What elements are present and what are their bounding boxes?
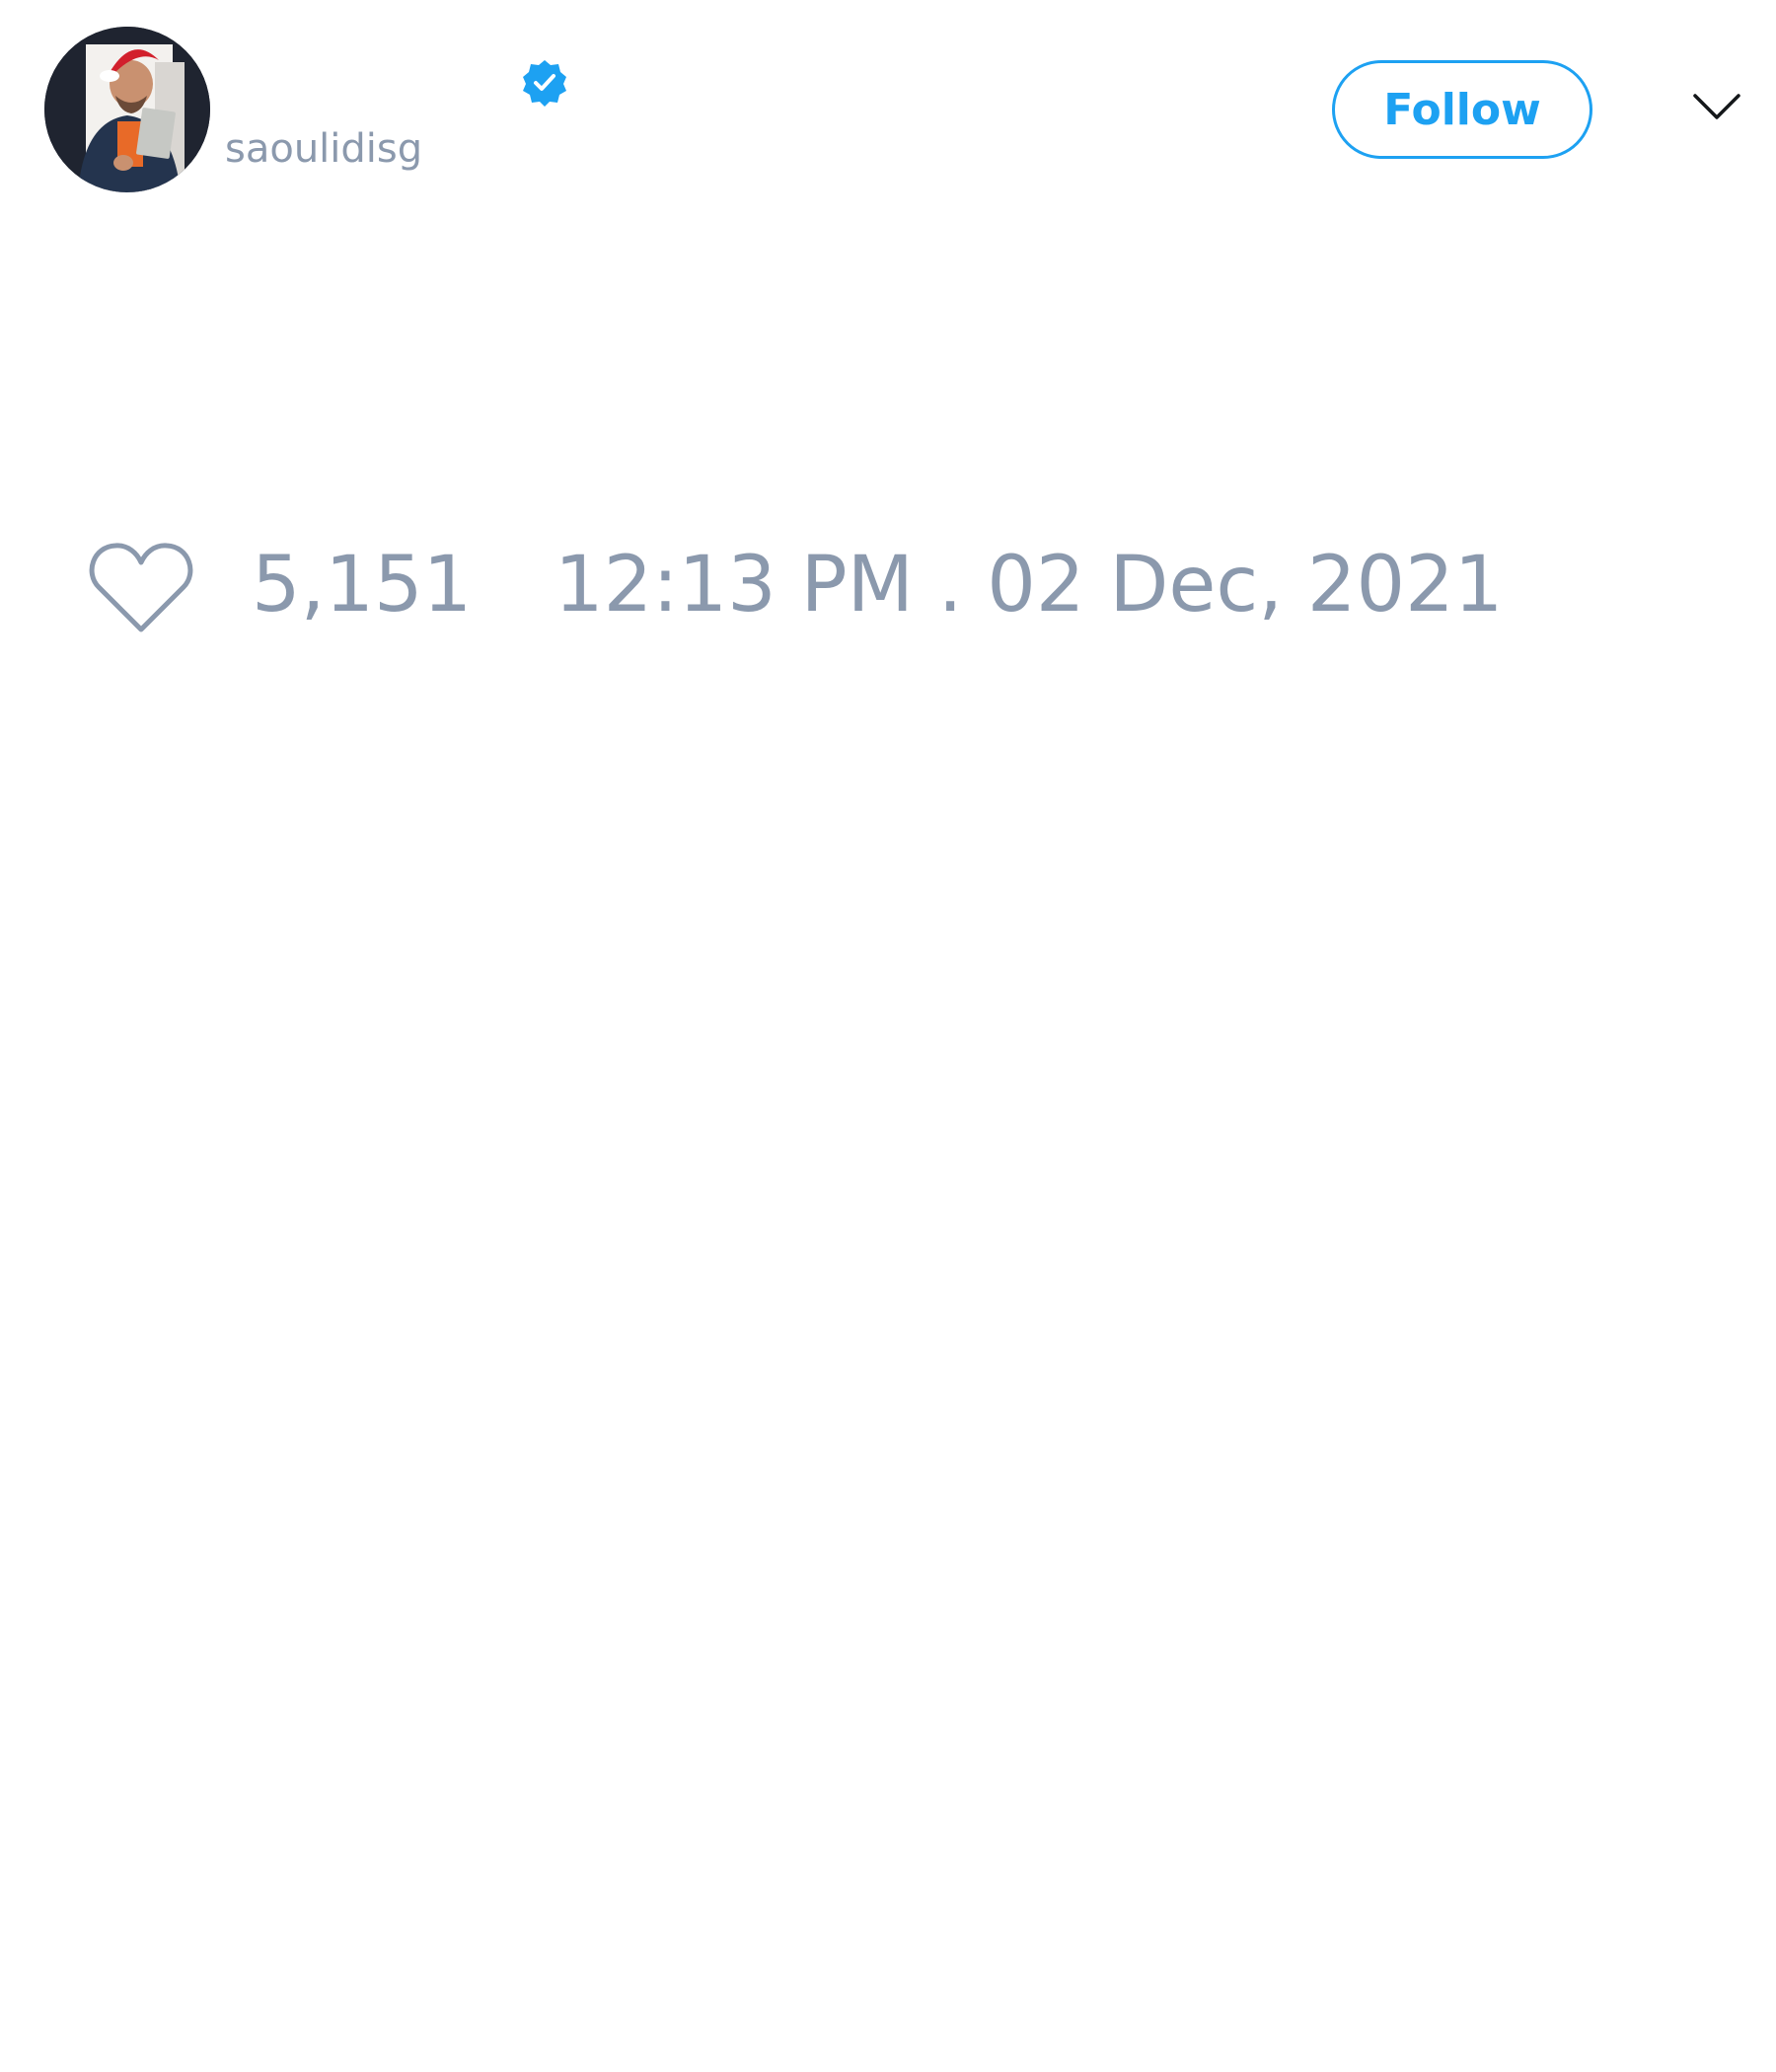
avatar[interactable] bbox=[44, 27, 210, 192]
tweet-card: saoulidisg Follow 5,151 12:13 PM . 02 De… bbox=[0, 0, 1776, 2072]
tweet-timestamp[interactable]: 12:13 PM . 02 Dec, 2021 bbox=[555, 547, 1503, 624]
follow-button[interactable]: Follow bbox=[1332, 60, 1592, 159]
chevron-down-icon[interactable] bbox=[1692, 91, 1741, 122]
heart-icon[interactable] bbox=[89, 541, 193, 635]
username[interactable]: saoulidisg bbox=[225, 126, 422, 172]
like-count: 5,151 bbox=[252, 541, 473, 629]
tweet-text bbox=[89, 227, 1687, 483]
tweet-meta-row: 5,151 12:13 PM . 02 Dec, 2021 bbox=[89, 541, 1687, 639]
verified-badge-icon bbox=[523, 60, 566, 107]
profile-photo-icon bbox=[44, 27, 210, 192]
